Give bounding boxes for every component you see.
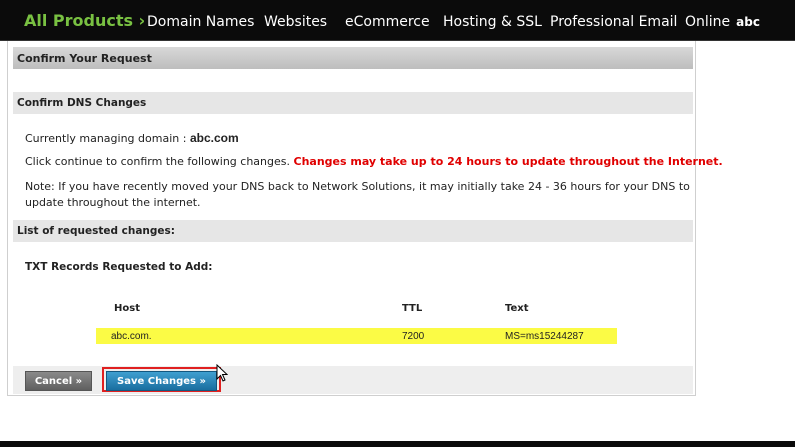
confirm-line: Click continue to confirm the following …	[25, 155, 723, 168]
note-line-1: Note: If you have recently moved your DN…	[25, 180, 690, 193]
dns-section-title: Confirm DNS Changes	[17, 97, 147, 109]
row-text: MS=ms15244287	[505, 331, 584, 342]
nav-ecommerce[interactable]: eCommerce	[345, 14, 430, 30]
column-header-ttl: TTL	[402, 303, 423, 314]
managing-domain-value: abc.com	[189, 131, 239, 145]
list-section-header: List of requested changes:	[13, 220, 693, 242]
confirm-text: Click continue to confirm the following …	[25, 155, 290, 168]
all-products-link[interactable]: All Products ›	[24, 11, 145, 30]
page-title: Confirm Your Request	[17, 52, 152, 65]
managing-domain-line: Currently managing domain : abc.com	[25, 131, 239, 145]
bottom-bar	[0, 441, 795, 447]
nav-domain-names[interactable]: Domain Names	[147, 14, 254, 30]
dns-section-header: Confirm DNS Changes	[13, 92, 693, 114]
top-navigation: All Products › Domain Names Websites eCo…	[0, 0, 795, 41]
column-header-text: Text	[505, 303, 529, 314]
list-section-title: List of requested changes:	[17, 225, 175, 237]
mouse-pointer-icon	[216, 364, 228, 382]
nav-websites[interactable]: Websites	[264, 14, 327, 30]
row-ttl: 7200	[402, 331, 425, 342]
note-line-2: update throughout the internet.	[25, 196, 201, 209]
nav-hosting-ssl[interactable]: Hosting & SSL	[443, 14, 542, 30]
nav-online-badge: abc	[736, 15, 760, 29]
column-header-host: Host	[114, 303, 140, 314]
txt-records-title: TXT Records Requested to Add:	[25, 261, 213, 273]
nav-professional-email[interactable]: Professional Email	[550, 14, 677, 30]
save-changes-button[interactable]: Save Changes »	[106, 371, 217, 391]
table-row: abc.com. 7200 MS=ms15244287	[96, 328, 617, 344]
managing-domain-label: Currently managing domain :	[25, 132, 187, 145]
nav-online[interactable]: Online abc	[685, 14, 760, 30]
nav-online-label: Online	[685, 14, 731, 30]
panel-header: Confirm Your Request	[13, 47, 693, 69]
row-host: abc.com.	[111, 331, 152, 342]
confirm-request-panel: Confirm Your Request Confirm DNS Changes…	[7, 41, 723, 396]
cancel-button[interactable]: Cancel »	[25, 371, 92, 391]
changes-table: TXT Records Requested to Add: Host TTL T…	[13, 254, 693, 366]
warning-text: Changes may take up to 24 hours to updat…	[293, 155, 723, 168]
